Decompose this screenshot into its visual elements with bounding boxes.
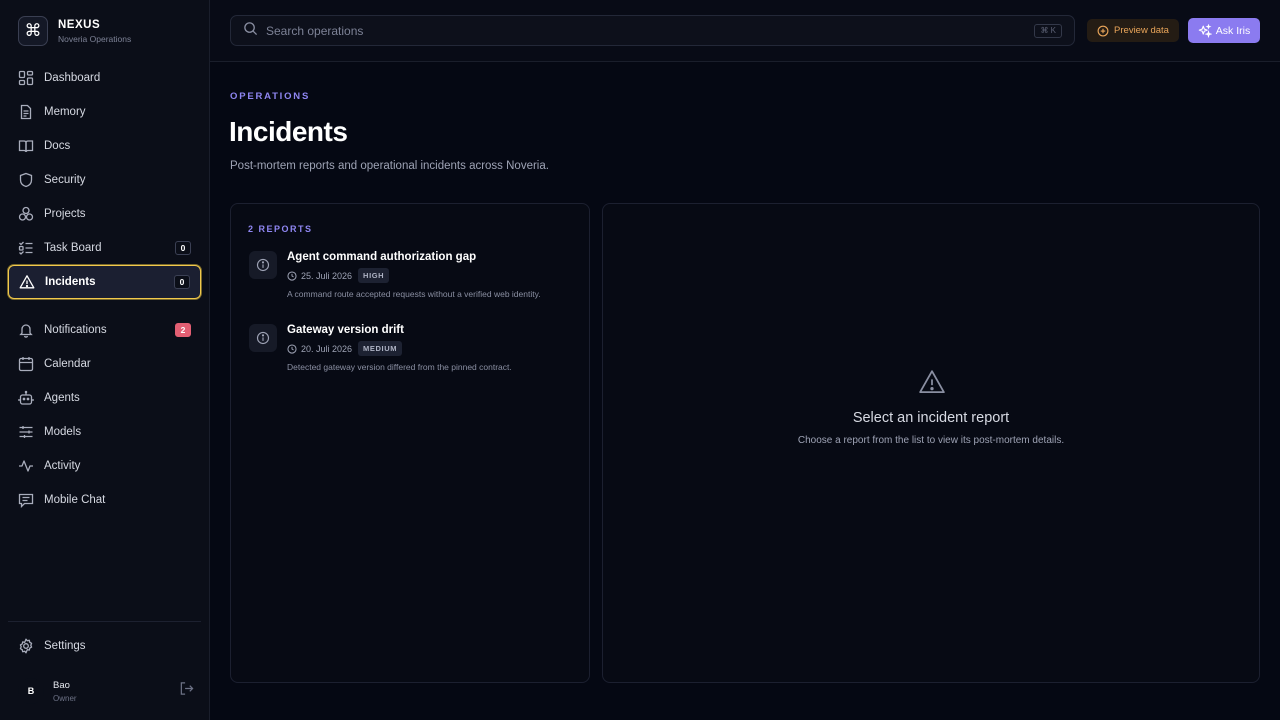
sidebar-item-agents[interactable]: Agents	[8, 381, 201, 415]
sidebar-item-label: Calendar	[44, 358, 91, 370]
report-date: 25. Juli 2026	[301, 270, 353, 281]
sidebar-item-projects[interactable]: Projects	[8, 197, 201, 231]
bell-icon	[18, 322, 34, 338]
chat-icon	[18, 492, 34, 508]
user-role: Owner	[53, 693, 77, 703]
empty-state-title: Select an incident report	[852, 410, 1010, 426]
sidebar-item-label: Models	[44, 426, 82, 438]
sidebar-item-activity[interactable]: Activity	[8, 449, 201, 483]
sidebar-item-mobile-chat[interactable]: Mobile Chat	[8, 483, 201, 517]
sidebar-item-docs[interactable]: Docs	[8, 129, 201, 163]
sidebar-divider	[8, 621, 201, 622]
bot-icon	[18, 390, 34, 406]
preview-data-label: Preview data	[1114, 25, 1169, 36]
sidebar-item-label: Activity	[44, 460, 81, 472]
sidebar-item-label: Settings	[44, 640, 86, 652]
report-date: 20. Juli 2026	[301, 343, 353, 354]
ask-iris-button[interactable]: Ask Iris	[1188, 18, 1260, 43]
sidebar-item-label: Notifications	[44, 324, 107, 336]
sidebar-item-dashboard[interactable]: Dashboard	[8, 61, 201, 95]
avatar: B	[18, 678, 44, 704]
user-name: Bao	[53, 679, 70, 691]
clock-icon	[287, 270, 297, 281]
info-icon	[249, 251, 277, 279]
sliders-icon	[18, 424, 34, 440]
incident-count-badge: 0	[174, 275, 190, 289]
ask-iris-label: Ask Iris	[1215, 24, 1251, 37]
file-icon	[18, 104, 34, 120]
search-shortcut: ⌘ K	[1034, 24, 1062, 38]
activity-icon	[18, 458, 34, 474]
sidebar-item-security[interactable]: Security	[8, 163, 201, 197]
checklist-icon	[18, 240, 34, 256]
sidebar-item-memory[interactable]: Memory	[8, 95, 201, 129]
sidebar-item-label: Task Board	[44, 242, 102, 254]
report-item[interactable]: Gateway version drift 20. Juli 2026 MEDI…	[249, 324, 579, 372]
report-description: A command route accepted requests withou…	[287, 289, 541, 299]
brand-subtitle: Noveria Operations	[58, 33, 132, 44]
dashboard-icon	[18, 70, 34, 86]
warning-icon	[19, 274, 35, 290]
report-title: Gateway version drift	[287, 324, 404, 336]
sidebar: ⌘ NEXUS Noveria Operations Dashboard Mem…	[0, 0, 210, 720]
report-detail-panel: Select an incident report Choose a repor…	[602, 203, 1260, 683]
sidebar-item-incidents[interactable]: Incidents 0	[8, 265, 201, 299]
report-list-panel: 2 REPORTS Agent command authorization ga…	[230, 203, 590, 683]
logout-icon[interactable]	[179, 681, 194, 701]
book-icon	[18, 138, 34, 154]
page-eyebrow: OPERATIONS	[230, 91, 311, 102]
notification-count-badge: 2	[175, 323, 191, 337]
report-description: Detected gateway version differed from t…	[287, 362, 512, 372]
shield-icon	[18, 172, 34, 188]
command-icon: ⌘	[18, 16, 48, 46]
sidebar-item-label: Agents	[44, 392, 80, 404]
info-icon	[249, 324, 277, 352]
report-count: 2 REPORTS	[248, 224, 313, 234]
sidebar-nav: Dashboard Memory Docs Security Projects	[8, 61, 201, 517]
clock-icon	[287, 343, 297, 354]
report-item[interactable]: Agent command authorization gap 25. Juli…	[249, 251, 579, 299]
empty-state-subtitle: Choose a report from the list to view it…	[797, 435, 1065, 446]
sidebar-item-calendar[interactable]: Calendar	[8, 347, 201, 381]
user-profile[interactable]: B Bao Owner	[18, 676, 194, 706]
preview-data-button[interactable]: Preview data	[1087, 19, 1179, 42]
sidebar-item-notifications[interactable]: Notifications 2	[8, 313, 201, 347]
sidebar-item-label: Dashboard	[44, 72, 101, 84]
sparkles-icon	[1198, 23, 1212, 38]
calendar-icon	[18, 356, 34, 372]
boxes-icon	[18, 206, 34, 222]
sidebar-item-label: Memory	[44, 106, 86, 118]
brand[interactable]: ⌘ NEXUS Noveria Operations	[18, 16, 131, 46]
search-bar[interactable]: ⌘ K	[230, 15, 1075, 46]
severity-badge: MEDIUM	[358, 341, 403, 356]
warning-icon	[918, 368, 946, 401]
page-subtitle: Post-mortem reports and operational inci…	[230, 160, 549, 172]
sidebar-item-label: Incidents	[45, 276, 96, 288]
sidebar-item-label: Projects	[44, 208, 86, 220]
search-input[interactable]	[266, 23, 1074, 38]
brand-name: NEXUS	[58, 18, 101, 31]
report-title: Agent command authorization gap	[287, 251, 477, 263]
page-title: Incidents	[229, 116, 348, 147]
sidebar-item-task-board[interactable]: Task Board 0	[8, 231, 201, 265]
gear-icon	[18, 638, 34, 654]
plus-circle-icon	[1097, 25, 1109, 37]
severity-badge: HIGH	[358, 268, 390, 283]
task-count-badge: 0	[175, 241, 191, 255]
sidebar-item-label: Mobile Chat	[44, 494, 106, 506]
sidebar-item-label: Security	[44, 174, 86, 186]
sidebar-item-settings[interactable]: Settings	[8, 629, 201, 663]
sidebar-item-label: Docs	[44, 140, 71, 152]
topbar: ⌘ K Preview data Ask Iris	[210, 0, 1280, 62]
sidebar-item-models[interactable]: Models	[8, 415, 201, 449]
search-icon	[243, 21, 258, 41]
